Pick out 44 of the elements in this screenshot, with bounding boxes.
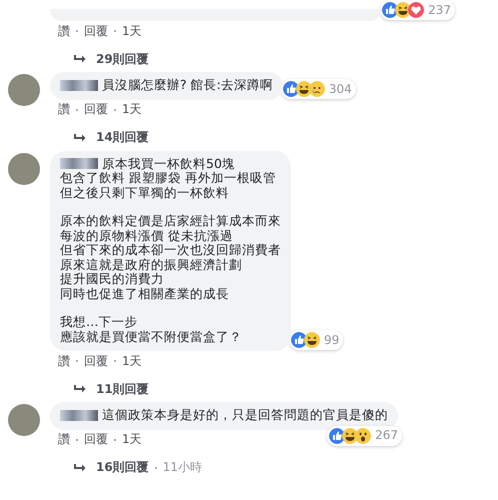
reaction-count: 267	[375, 428, 398, 443]
like-link[interactable]: 讚	[58, 431, 70, 448]
blurred-name[interactable]	[60, 158, 98, 170]
timestamp: 1天	[122, 352, 142, 370]
comment-text: 每波的原物料漲價 從未抗漲過	[60, 228, 234, 243]
comment-text: 包含了飲料 跟塑膠袋 再外加一根吸管	[60, 171, 277, 186]
comment-text: 但省下來的成本卻一次也沒回歸消費者	[60, 243, 281, 258]
timestamp: 1天	[122, 101, 142, 118]
like-link[interactable]: 讚	[58, 101, 70, 118]
comment-text: 原本的飲料定價是店家經計算成本而來	[60, 214, 281, 228]
comment-text: 原本我買一杯飲料50塊	[102, 156, 235, 171]
comment-text: 應該就是買便當不附便當盒了？	[60, 330, 243, 344]
comment-text: 提升國民的消費力	[60, 272, 165, 286]
timestamp: 1天	[122, 22, 142, 40]
reply-arrow-icon	[74, 54, 86, 64]
avatar[interactable]	[8, 152, 40, 184]
reply-link[interactable]: 回覆	[84, 431, 108, 448]
comment-text: 我想…下一步	[60, 315, 138, 330]
reply-arrow-icon	[74, 462, 86, 472]
like-link[interactable]: 讚	[58, 352, 70, 370]
reply-arrow-icon	[74, 132, 86, 142]
timestamp: 1天	[122, 431, 142, 448]
comment-text: 但之後只剩下單獨的一杯飲料	[60, 186, 230, 200]
reaction-count: 237	[428, 3, 451, 17]
avatar[interactable]	[8, 74, 40, 106]
blurred-name[interactable]	[60, 410, 98, 421]
reaction-count: 304	[328, 82, 352, 96]
like-link[interactable]: 讚	[58, 22, 70, 40]
timestamp: 11小時	[162, 459, 202, 476]
reply-arrow-icon	[74, 384, 86, 394]
reply-link[interactable]: 回覆	[84, 22, 108, 40]
reaction-count: 99	[324, 333, 340, 347]
comment-text: 這個政策本身是好的，只是回答問題的官員是傻的	[102, 408, 388, 422]
blurred-name[interactable]	[60, 80, 98, 91]
reply-link[interactable]: 回覆	[84, 352, 108, 370]
comment-text: 原來這就是政府的振興經濟計劃	[60, 258, 243, 272]
reply-link[interactable]: 回覆	[84, 101, 108, 118]
avatar[interactable]	[8, 404, 40, 436]
comment-text: 員沒腦怎麼辦? 館長:去深蹲啊	[102, 78, 273, 92]
replies-link[interactable]: 16則回覆	[96, 459, 149, 476]
replies-link[interactable]: 11則回覆	[96, 380, 149, 398]
replies-link[interactable]: 29則回覆	[96, 50, 149, 68]
comment-text: 同時也促進了相關產業的成長	[60, 286, 230, 301]
replies-link[interactable]: 14則回覆	[96, 129, 149, 146]
